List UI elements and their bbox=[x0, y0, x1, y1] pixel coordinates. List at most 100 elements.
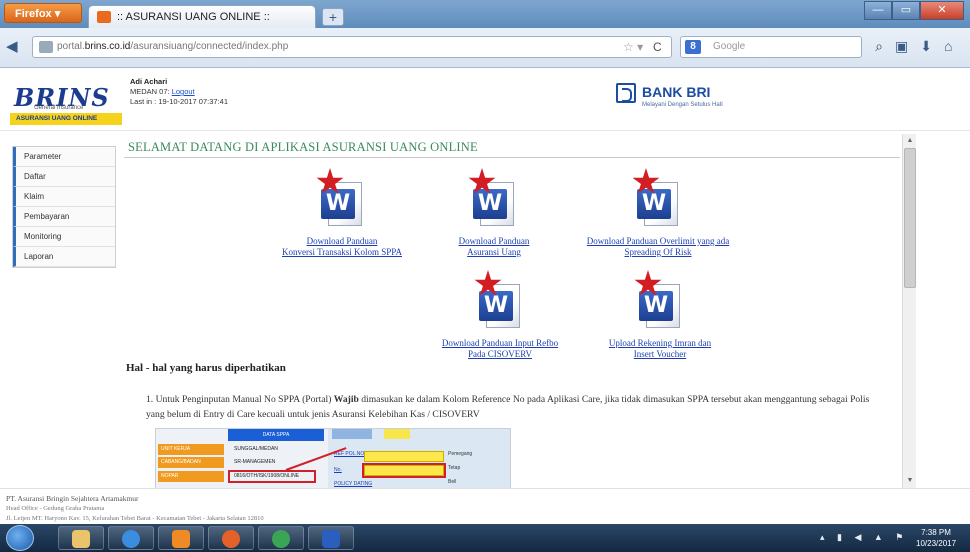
minimize-button[interactable]: — bbox=[864, 1, 892, 20]
footer-company: PT. Asuransi Bringin Sejahtera Artamakmu… bbox=[6, 494, 139, 503]
back-arrow-icon[interactable]: ◀ bbox=[6, 37, 24, 55]
site-header: BRINS General Insurance ASURANSI UANG ON… bbox=[0, 69, 970, 131]
firefox-menu-label: Firefox bbox=[15, 8, 52, 20]
browser-titlebar: Firefox ▾ :: ASURANSI UANG ONLINE :: + —… bbox=[0, 0, 970, 28]
google-search-engine-icon[interactable]: 8 bbox=[685, 40, 701, 54]
bookmarks-icon[interactable]: ▣ bbox=[895, 38, 920, 54]
word-document-icon[interactable]: W bbox=[474, 270, 524, 332]
toolbar-icons: ▣⬇⌂ bbox=[895, 38, 964, 55]
browser-tab[interactable]: :: ASURANSI UANG ONLINE :: bbox=[88, 5, 316, 28]
home-icon[interactable]: ⌂ bbox=[944, 38, 964, 54]
site-identity-icon[interactable] bbox=[39, 41, 53, 53]
footer-office: Head Office - Gedung Graha Pratama bbox=[6, 505, 105, 512]
download-link-line2[interactable]: Pada CISOVERV bbox=[468, 349, 532, 359]
highlight-box bbox=[228, 470, 316, 483]
address-bar[interactable]: portal.brins.co.id/asuransiuang/connecte… bbox=[32, 36, 672, 58]
bank-name: BANK BRI bbox=[642, 84, 711, 100]
mini-check-label: Tetap bbox=[448, 465, 461, 471]
welcome-title: SELAMAT DATANG DI APLIKASI ASURANSI UANG… bbox=[128, 140, 478, 154]
vertical-scrollbar[interactable]: ▲ ▼ bbox=[902, 134, 916, 488]
browser-navbar: ◀ portal.brins.co.id/asuransiuang/connec… bbox=[0, 28, 970, 68]
word-document-icon[interactable]: W bbox=[632, 168, 682, 230]
maximize-button[interactable]: ▭ bbox=[892, 1, 920, 20]
bookmark-star-icon[interactable]: ☆ ▾ bbox=[623, 40, 643, 54]
download-item-overlimit: W Download Panduan Overlimit yang ada Sp… bbox=[568, 168, 748, 258]
tab-title: :: ASURANSI UANG ONLINE :: bbox=[117, 11, 270, 23]
word-document-icon[interactable]: W bbox=[316, 168, 366, 230]
mini-form-row: CABANG/BADAN SR-MANAGEMEN bbox=[158, 457, 324, 468]
word-document-icon[interactable]: W bbox=[634, 270, 684, 332]
taskbar-clock[interactable]: 7:38 PM 10/23/2017 bbox=[916, 527, 956, 549]
no-link: No. bbox=[334, 467, 342, 473]
mini-form-row: UNIT KERJA SUNGGAL/MEDAN bbox=[158, 444, 324, 455]
word-document-icon[interactable]: W bbox=[468, 168, 518, 230]
taskbar-chrome-icon[interactable] bbox=[258, 526, 304, 550]
page-footer: PT. Asuransi Bringin Sejahtera Artamakmu… bbox=[0, 488, 970, 524]
taskbar-ie-icon[interactable] bbox=[108, 526, 154, 550]
download-link-line1[interactable]: Download Panduan bbox=[459, 236, 530, 246]
logout-link[interactable]: Logout bbox=[172, 87, 195, 96]
url-text[interactable]: portal.brins.co.id/asuransiuang/connecte… bbox=[57, 41, 288, 52]
user-name: Adi Achari bbox=[130, 77, 168, 86]
download-item-konversi: W Download Panduan Konversi Transaksi Ko… bbox=[262, 168, 422, 258]
windows-taskbar: ▴ ▮ ◀ ▲ ⚑ 7:38 PM 10/23/2017 bbox=[0, 524, 970, 552]
brins-tagline: General Insurance bbox=[34, 105, 84, 111]
system-tray-icons[interactable]: ▴ ▮ ◀ ▲ ⚑ bbox=[820, 532, 908, 543]
sidebar-menu: Parameter Daftar Klaim Pembayaran Monito… bbox=[12, 146, 116, 268]
sidebar-item-laporan[interactable]: Laporan bbox=[13, 247, 115, 267]
tab-favicon-icon bbox=[97, 11, 111, 23]
mini-check-label: Pemegang bbox=[448, 451, 473, 457]
app-name-band: ASURANSI UANG ONLINE bbox=[10, 113, 122, 125]
download-link-line2[interactable]: Konversi Transaksi Kolom SPPA bbox=[282, 247, 402, 257]
upload-link-line2[interactable]: Insert Voucher bbox=[634, 349, 686, 359]
sidebar-item-parameter[interactable]: Parameter bbox=[13, 147, 115, 167]
policy-dating-link: POLICY DATING bbox=[334, 481, 373, 487]
window-controls: — ▭ ✕ bbox=[864, 1, 964, 20]
taskbar-explorer-icon[interactable] bbox=[58, 526, 104, 550]
search-bar[interactable]: 8 Google ⌕ bbox=[680, 36, 883, 58]
brins-logo: BRINS General Insurance ASURANSI UANG ON… bbox=[10, 83, 122, 125]
mini-tab-active bbox=[384, 429, 410, 439]
download-link-line2[interactable]: Spreading Of Risk bbox=[625, 247, 692, 257]
divider bbox=[124, 157, 900, 158]
reload-icon[interactable]: C bbox=[653, 40, 662, 54]
mini-form-right-pane: REF POL.NO No. POLICY DATING Pemegang Te… bbox=[328, 429, 510, 489]
sidebar-item-pembayaran[interactable]: Pembayaran bbox=[13, 207, 115, 227]
search-placeholder: Google bbox=[713, 41, 746, 52]
notes-title: Hal - hal yang harus diperhatikan bbox=[126, 362, 286, 374]
download-link-line2[interactable]: Asuransi Uang bbox=[467, 247, 521, 257]
download-link-line1[interactable]: Download Panduan bbox=[307, 236, 378, 246]
note-item-1: 1. Untuk Penginputan Manual No SPPA (Por… bbox=[146, 394, 870, 420]
taskbar-word-icon[interactable] bbox=[308, 526, 354, 550]
search-icon[interactable]: ⌕ bbox=[875, 38, 883, 55]
download-link-line1[interactable]: Download Panduan Input Refbo bbox=[442, 338, 558, 348]
user-info: Adi Achari MEDAN 07: Logout Last in : 19… bbox=[130, 77, 228, 107]
download-icon[interactable]: ⬇ bbox=[920, 38, 944, 54]
clock-time: 7:38 PM bbox=[921, 528, 951, 537]
close-window-button[interactable]: ✕ bbox=[920, 1, 964, 20]
scroll-down-icon[interactable]: ▼ bbox=[903, 474, 917, 488]
last-login: Last in : 19-10-2017 07:37:41 bbox=[130, 97, 228, 106]
user-branch: MEDAN 07: bbox=[130, 87, 170, 96]
mini-check-label: Bell bbox=[448, 479, 457, 485]
mini-form-header: DATA SPPA bbox=[228, 429, 324, 441]
new-tab-button[interactable]: + bbox=[322, 8, 344, 26]
taskbar-firefox-icon[interactable] bbox=[208, 526, 254, 550]
upload-link-line1[interactable]: Upload Rekening Imran dan bbox=[609, 338, 711, 348]
firefox-menu-button[interactable]: Firefox ▾ bbox=[4, 3, 82, 23]
bank-tagline: Melayani Dengan Setulus Hati bbox=[642, 102, 723, 108]
start-button[interactable] bbox=[6, 525, 34, 551]
download-item-asuransi-uang: W Download Panduan Asuransi Uang bbox=[434, 168, 554, 258]
taskbar-media-icon[interactable] bbox=[158, 526, 204, 550]
scrollbar-thumb[interactable] bbox=[904, 148, 916, 288]
sidebar-item-daftar[interactable]: Daftar bbox=[13, 167, 115, 187]
highlight-box bbox=[362, 463, 446, 478]
scroll-up-icon[interactable]: ▲ bbox=[903, 134, 917, 148]
reference-no-field bbox=[364, 451, 444, 462]
download-link-line1[interactable]: Download Panduan Overlimit yang ada bbox=[587, 236, 729, 246]
clock-date: 10/23/2017 bbox=[916, 539, 957, 548]
sidebar-item-klaim[interactable]: Klaim bbox=[13, 187, 115, 207]
mini-tab bbox=[332, 429, 372, 439]
sidebar-item-monitoring[interactable]: Monitoring bbox=[13, 227, 115, 247]
upload-item-rekening: W Upload Rekening Imran dan Insert Vouch… bbox=[590, 270, 730, 360]
